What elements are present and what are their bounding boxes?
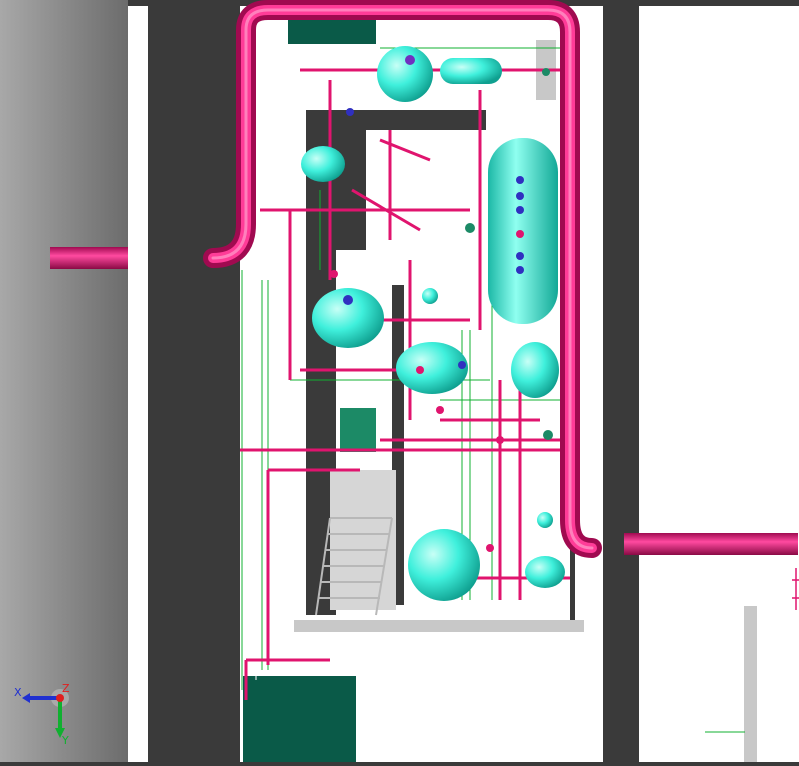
3d-viewport[interactable]: X Y Z (0, 0, 799, 766)
right-fittings (792, 568, 799, 610)
axis-y-label: Y (61, 734, 69, 744)
axis-triad-graphic: X Y Z (14, 682, 70, 747)
axis-z-label: Z (62, 684, 70, 695)
axis-x-label: X (14, 686, 22, 699)
axis-triad[interactable]: X Y Z (10, 682, 70, 747)
plant-model-drawing[interactable] (0, 0, 799, 766)
